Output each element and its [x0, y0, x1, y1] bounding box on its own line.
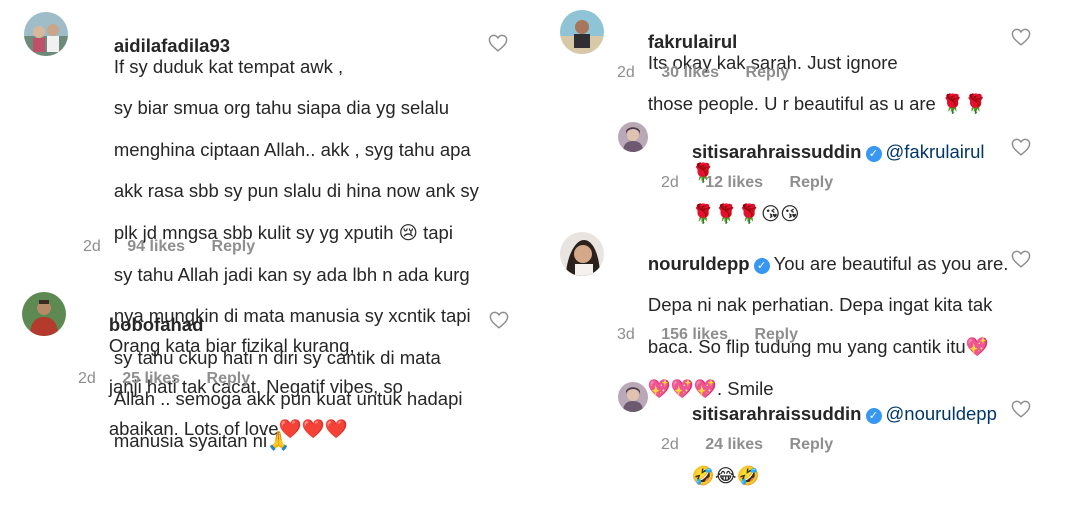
comment-time[interactable]: 2d: [83, 238, 101, 255]
comment-likes[interactable]: 94 likes: [127, 238, 185, 255]
comment-likes[interactable]: 12 likes: [705, 174, 763, 191]
reply-button[interactable]: Reply: [746, 64, 790, 81]
comment-time[interactable]: 2d: [661, 436, 679, 453]
comment-meta: 2d 12 likes Reply: [661, 174, 855, 192]
comment-line: sy biar smua org tahu siapa dia yg selal…: [113, 97, 450, 119]
comment-likes[interactable]: 30 likes: [661, 64, 719, 81]
comment-line: Depa ni nak perhatian. Depa ingat kita t…: [647, 294, 993, 316]
like-heart-icon[interactable]: [1011, 250, 1031, 268]
comment-line: abaikan. Lots of love❤️❤️❤️: [108, 417, 348, 439]
comment-username[interactable]: bobofahad: [109, 314, 204, 335]
mention-link[interactable]: @nouruldepp: [886, 403, 997, 424]
avatar[interactable]: [618, 122, 648, 152]
comment-item: bobofahad Orang kata biar fizikal kurang…: [0, 280, 530, 450]
comment-username[interactable]: sitisarahraissuddin: [692, 403, 862, 424]
comment-line: Orang kata biar fizikal kurang,: [108, 334, 355, 356]
verified-badge-icon: ✓: [753, 257, 770, 274]
comment-item: aidilafadila93 If sy duduk kat tempat aw…: [0, 0, 530, 451]
like-heart-icon[interactable]: [489, 311, 509, 329]
reply-button[interactable]: Reply: [790, 174, 834, 191]
reply-button[interactable]: Reply: [790, 436, 834, 453]
comment-username[interactable]: sitisarahraissuddin: [692, 141, 862, 162]
comment-meta: 2d 24 likes Reply: [661, 436, 855, 454]
comment-likes[interactable]: 25 likes: [122, 370, 180, 387]
avatar[interactable]: [22, 292, 66, 336]
comment-meta: 2d 25 likes Reply: [78, 370, 272, 388]
comment-username[interactable]: fakrulairul: [648, 31, 737, 52]
comment-meta: 2d 30 likes Reply: [617, 64, 811, 82]
comment-username[interactable]: aidilafadila93: [114, 35, 230, 56]
like-heart-icon[interactable]: [1011, 138, 1031, 156]
like-heart-icon[interactable]: [488, 34, 508, 52]
comment-line: akk rasa sbb sy pun slalu di hina now an…: [113, 180, 479, 202]
verified-badge-icon: ✓: [865, 407, 882, 424]
avatar[interactable]: [618, 382, 648, 412]
comment-meta: 3d 156 likes Reply: [617, 326, 820, 344]
verified-badge-icon: ✓: [865, 145, 882, 162]
reply-item: sitisarahraissuddin ✓ @nouruldepp 🤣😂🤣 2d 2…: [545, 372, 1080, 486]
comment-username[interactable]: nouruldepp: [648, 253, 750, 274]
comment-line: 🤣😂🤣: [691, 465, 760, 487]
comment-line: You are beautiful as you are.: [773, 252, 1009, 274]
reply-item: sitisarahraissuddin ✓ @fakrulairul 🌹 🌹🌹🌹😘😘…: [545, 110, 1080, 224]
comment-meta: 2d 94 likes Reply: [83, 238, 277, 256]
comment-line: menghina ciptaan Allah.. akk , syg tahu …: [113, 138, 471, 160]
mention-link[interactable]: @fakrulairul: [886, 141, 985, 162]
comment-line: If sy duduk kat tempat awk ,: [113, 55, 344, 77]
comment-time[interactable]: 2d: [617, 64, 635, 81]
comment-time[interactable]: 3d: [617, 326, 635, 343]
comment-item: nouruldepp ✓ You are beautiful as you are.…: [545, 222, 1080, 398]
reply-button[interactable]: Reply: [207, 370, 251, 387]
avatar[interactable]: [24, 12, 68, 56]
comment-time[interactable]: 2d: [78, 370, 96, 387]
like-heart-icon[interactable]: [1011, 28, 1031, 46]
avatar[interactable]: [560, 232, 604, 276]
comment-time[interactable]: 2d: [661, 174, 679, 191]
reply-button[interactable]: Reply: [212, 238, 256, 255]
avatar[interactable]: [560, 10, 604, 54]
comment-likes[interactable]: 156 likes: [661, 326, 728, 343]
like-heart-icon[interactable]: [1011, 400, 1031, 418]
comment-likes[interactable]: 24 likes: [705, 436, 763, 453]
comment-item: fakrulairul Its okay kak sarah. Just ign…: [545, 0, 1080, 114]
reply-button[interactable]: Reply: [754, 326, 798, 343]
